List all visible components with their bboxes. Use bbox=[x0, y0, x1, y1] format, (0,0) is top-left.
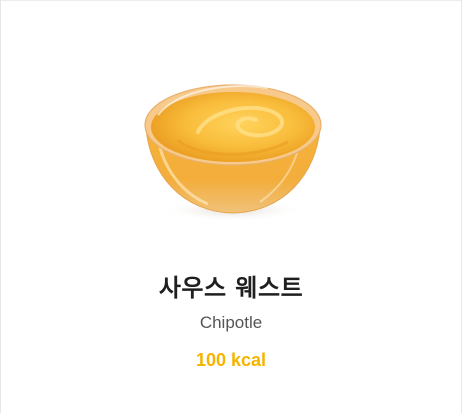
sauce-bowl-image bbox=[144, 84, 322, 222]
product-subtitle: Chipotle bbox=[199, 313, 263, 332]
product-name: 사우스 웨스트 bbox=[158, 274, 304, 302]
product-card[interactable]: 사우스 웨스트 Chipotle 100 kcal bbox=[0, 0, 462, 413]
product-calories: 100 kcal bbox=[195, 350, 267, 370]
